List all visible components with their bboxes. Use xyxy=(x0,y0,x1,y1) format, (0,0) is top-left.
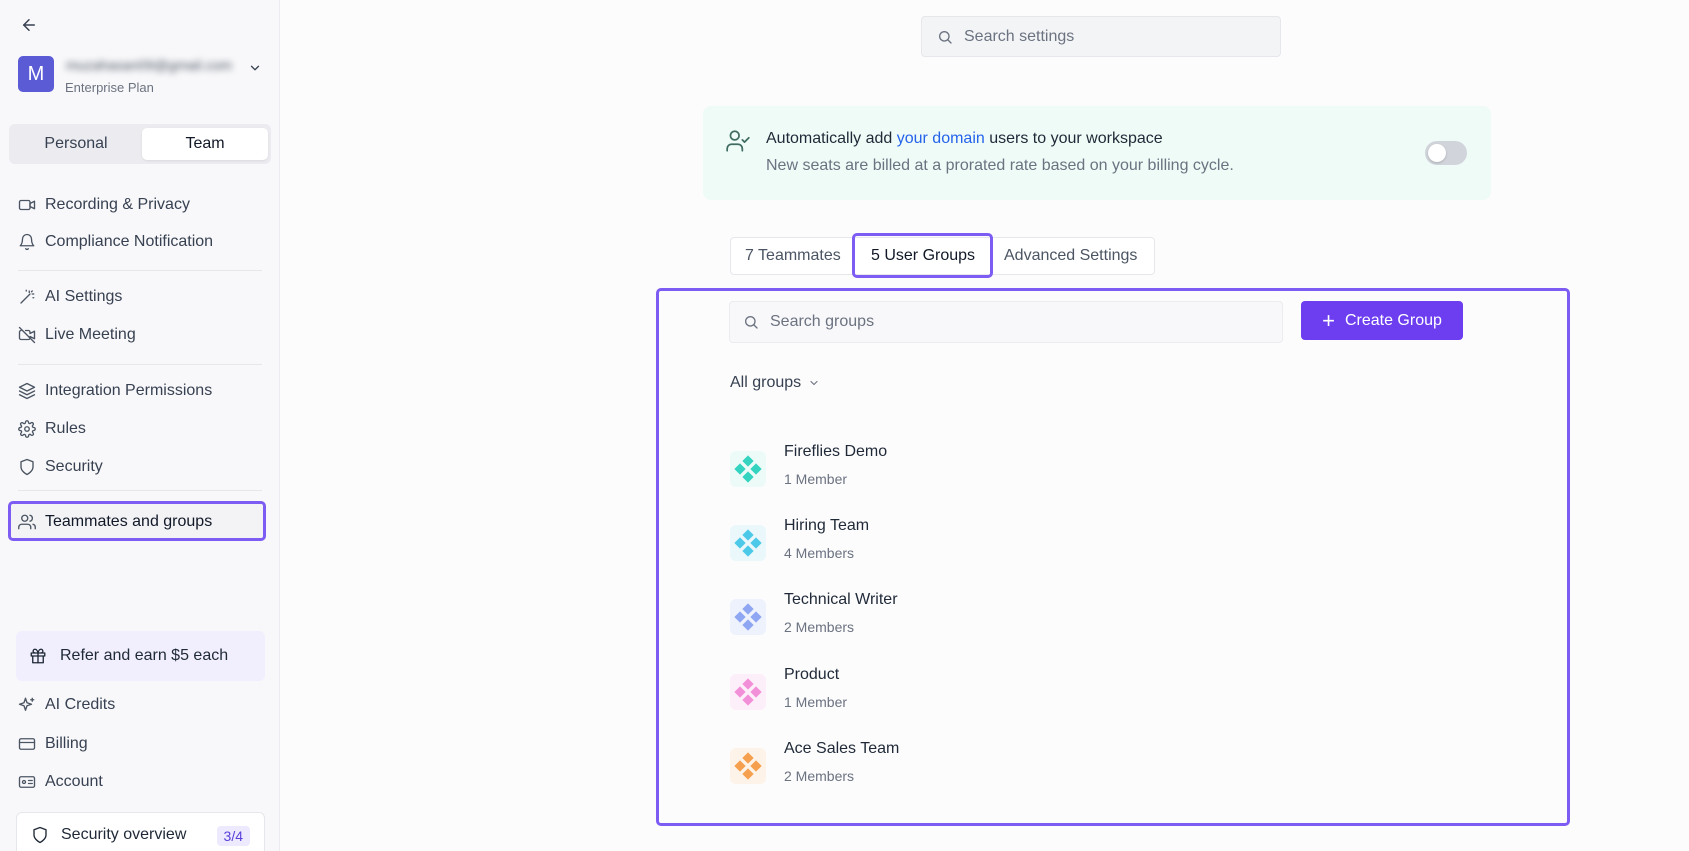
sidebar-item-security[interactable]: Security xyxy=(18,454,103,480)
group-member-count: 2 Members xyxy=(784,619,855,635)
sidebar-item-label: Rules xyxy=(45,420,86,437)
layers-icon xyxy=(18,382,36,400)
settings-search-box xyxy=(921,16,1281,57)
refer-banner[interactable]: Refer and earn $5 each xyxy=(16,631,265,681)
back-arrow-icon[interactable] xyxy=(18,14,40,36)
credit-card-icon xyxy=(18,735,36,753)
gift-icon xyxy=(28,646,48,666)
sidebar-item-label: Security xyxy=(45,458,103,475)
sidebar-divider xyxy=(18,270,262,271)
sidebar-item-label: Integration Permissions xyxy=(45,382,213,399)
sidebar-item-live-meeting[interactable]: Live Meeting xyxy=(18,322,136,348)
shield-icon xyxy=(31,826,49,844)
group-name: Product xyxy=(784,666,840,683)
user-check-icon xyxy=(725,128,751,154)
settings-scope-toggle: Personal Team xyxy=(9,124,271,164)
avatar: M xyxy=(18,56,54,92)
group-icon xyxy=(730,674,766,710)
your-domain-link[interactable]: your domain xyxy=(897,130,985,147)
refer-label: Refer and earn $5 each xyxy=(60,647,229,664)
sidebar-item-recording-privacy[interactable]: Recording & Privacy xyxy=(18,192,190,218)
sidebar-divider xyxy=(18,490,262,491)
sidebar-item-label: Recording & Privacy xyxy=(45,196,190,213)
chevron-down-icon[interactable] xyxy=(248,61,262,80)
toggle-knob xyxy=(1428,144,1446,162)
tab-advanced-settings[interactable]: Advanced Settings xyxy=(1004,238,1137,274)
id-card-icon xyxy=(18,773,36,791)
gear-icon xyxy=(18,420,36,438)
sidebar-item-integration-permissions[interactable]: Integration Permissions xyxy=(18,378,212,404)
chevron-down-icon xyxy=(808,377,820,389)
auto-add-toggle[interactable] xyxy=(1425,141,1467,165)
sidebar: M muzahasan09@gmail.com Enterprise Plan … xyxy=(0,0,280,851)
sidebar-item-ai-credits[interactable]: AI Credits xyxy=(18,692,115,718)
security-progress-badge: 3/4 xyxy=(216,826,250,846)
sidebar-item-label: AI Credits xyxy=(45,696,116,713)
tab-team[interactable]: Team xyxy=(142,128,268,160)
group-member-count: 1 Member xyxy=(784,694,848,710)
sidebar-item-label: Live Meeting xyxy=(45,326,136,343)
account-switcher[interactable]: M muzahasan09@gmail.com Enterprise Plan xyxy=(18,55,270,97)
group-icon xyxy=(730,599,766,635)
account-plan: Enterprise Plan xyxy=(65,80,154,95)
sidebar-item-teammates-groups[interactable]: Teammates and groups xyxy=(18,509,212,535)
search-icon xyxy=(936,28,954,46)
create-group-label: Create Group xyxy=(1344,311,1442,329)
banner-title-prefix: Automatically add xyxy=(766,130,897,147)
group-name: Technical Writer xyxy=(784,591,898,608)
banner-title: Automatically add your domain users to y… xyxy=(766,130,1163,148)
create-group-button[interactable]: + Create Group xyxy=(1301,301,1463,340)
group-name: Ace Sales Team xyxy=(784,740,900,757)
search-groups-input[interactable] xyxy=(770,313,1070,331)
tab-personal[interactable]: Personal xyxy=(13,128,139,160)
group-row[interactable]: Ace Sales Team 2 Members xyxy=(730,740,1430,790)
group-icon xyxy=(730,748,766,784)
sidebar-item-label: AI Settings xyxy=(45,288,123,305)
video-icon xyxy=(18,196,36,214)
bell-icon xyxy=(18,233,36,251)
group-member-count: 1 Member xyxy=(784,471,848,487)
group-name: Fireflies Demo xyxy=(784,443,888,460)
shield-icon xyxy=(18,458,36,476)
sidebar-item-rules[interactable]: Rules xyxy=(18,416,86,442)
account-email: muzahasan09@gmail.com xyxy=(66,57,232,73)
groups-filter-dropdown[interactable]: All groups xyxy=(730,374,820,392)
group-icon xyxy=(730,525,766,561)
sidebar-item-label: Teammates and groups xyxy=(45,513,213,530)
group-name: Hiring Team xyxy=(784,517,870,534)
groups-search-box xyxy=(729,301,1283,343)
sparkle-icon xyxy=(18,696,36,714)
sidebar-item-account[interactable]: Account xyxy=(18,769,103,795)
group-member-count: 4 Members xyxy=(784,545,855,561)
sidebar-item-label: Account xyxy=(45,773,103,790)
active-tab-highlight xyxy=(852,233,993,278)
sidebar-divider xyxy=(18,364,262,365)
filter-label: All groups xyxy=(730,374,802,391)
domain-auto-add-banner: Automatically add your domain users to y… xyxy=(703,106,1491,200)
sidebar-item-label: Billing xyxy=(45,735,88,752)
security-overview-label: Security overview xyxy=(61,826,187,843)
video-off-icon xyxy=(18,326,36,344)
group-row[interactable]: Hiring Team 4 Members xyxy=(730,517,1430,567)
search-icon xyxy=(742,313,760,331)
sidebar-item-compliance-notification[interactable]: Compliance Notification xyxy=(18,229,213,255)
banner-subtitle: New seats are billed at a prorated rate … xyxy=(766,157,1234,174)
group-icon xyxy=(730,451,766,487)
group-member-count: 2 Members xyxy=(784,768,855,784)
sidebar-item-billing[interactable]: Billing xyxy=(18,731,88,757)
group-row[interactable]: Fireflies Demo 1 Member xyxy=(730,443,1430,493)
banner-title-suffix: users to your workspace xyxy=(984,130,1163,147)
sidebar-item-ai-settings[interactable]: AI Settings xyxy=(18,284,122,310)
group-row[interactable]: Product 1 Member xyxy=(730,666,1430,716)
group-row[interactable]: Technical Writer 2 Members xyxy=(730,591,1430,641)
sidebar-item-label: Compliance Notification xyxy=(45,233,214,250)
plus-icon: + xyxy=(1322,307,1335,333)
security-overview-card[interactable]: Security overview 3/4 xyxy=(16,812,265,851)
search-settings-input[interactable] xyxy=(964,27,1264,46)
magic-wand-icon xyxy=(18,288,36,306)
tab-teammates[interactable]: 7 Teammates xyxy=(745,238,841,274)
users-icon xyxy=(18,513,36,531)
